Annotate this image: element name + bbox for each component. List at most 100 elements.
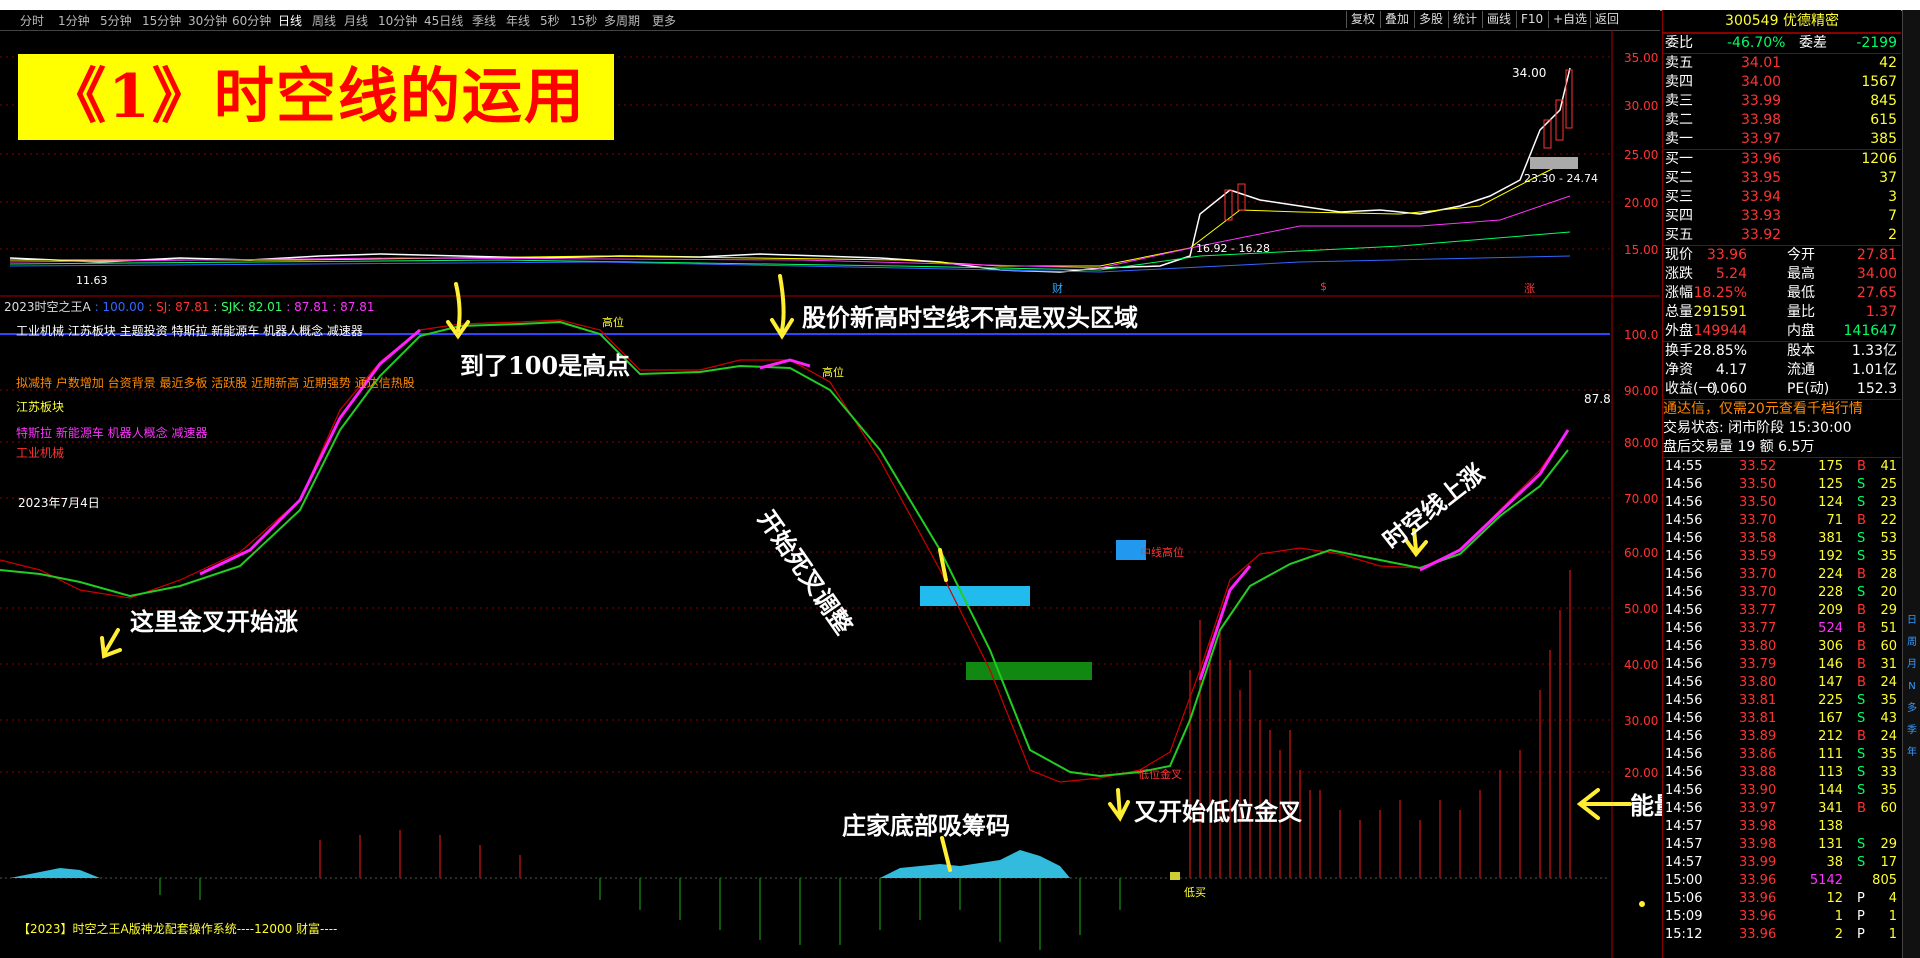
trade-cell: 60 [1880, 801, 1897, 816]
side-period-tab[interactable]: N [1903, 676, 1920, 698]
trade-cell: 53 [1880, 531, 1897, 546]
value: -2199 [1856, 35, 1897, 51]
trade-cell: P [1857, 891, 1865, 906]
period-tab-active[interactable]: 日线 [278, 12, 302, 29]
trade-cell: 14:56 [1665, 495, 1703, 510]
period-tab[interactable]: 年线 [506, 12, 530, 29]
period-tab[interactable]: 季线 [472, 12, 496, 29]
tool-button[interactable]: F10 [1516, 11, 1547, 28]
tag-high: 高位 [602, 316, 624, 329]
tool-button[interactable]: 返回 [1590, 11, 1623, 28]
trade-cell: 131 [1818, 837, 1843, 852]
period-tab[interactable]: 45日线 [424, 12, 463, 29]
trade-cell: 25 [1880, 477, 1897, 492]
period-toolbar: 分时 1分钟 5分钟 15分钟 30分钟 60分钟 日线 周线 月线 10分钟 … [0, 10, 1660, 31]
annotation: 股价新高时空线不高是双头区域 [802, 303, 1138, 332]
stats-row: 净资 4.17 流通 1.01亿 [1665, 362, 1897, 378]
ask-row: 卖四 34.00 1567 [1665, 74, 1897, 90]
period-tab[interactable]: 30分钟 [188, 12, 227, 29]
trade-cell: 28 [1880, 567, 1897, 582]
trade-cell: B [1857, 621, 1866, 636]
trade-row: 14:55 33.52 175 B 41 [1663, 458, 1901, 476]
tool-button[interactable]: 多股 [1414, 11, 1447, 28]
trade-cell: 524 [1818, 621, 1843, 636]
marker-cai: 财 [1052, 282, 1063, 295]
trade-row: 14:56 33.70 71 B 22 [1663, 512, 1901, 530]
trade-row: 15:09 33.96 1 P 1 [1663, 908, 1901, 926]
side-period-tab[interactable]: 多 [1903, 698, 1920, 720]
side-period-tab[interactable]: 周 [1903, 632, 1920, 654]
weibi-row: 委比 -46.70% 委差 -2199 [1663, 33, 1901, 53]
chart-area[interactable]: 35.00 30.00 25.00 20.00 15.00 34.00 23.3… [0, 30, 1726, 958]
trade-cell: 14:56 [1665, 729, 1703, 744]
trade-row: 14:56 33.77 524 B 51 [1663, 620, 1901, 638]
tool-button[interactable]: 画线 [1482, 11, 1515, 28]
trading-window: 分时 1分钟 5分钟 15分钟 30分钟 60分钟 日线 周线 月线 10分钟 … [0, 0, 1920, 958]
trade-cell: 124 [1818, 495, 1843, 510]
indicator-value: : 100.00 [94, 300, 145, 314]
tool-button[interactable]: 叠加 [1380, 11, 1413, 28]
ask-row: 卖五 34.01 42 [1665, 55, 1897, 71]
trade-row: 15:00 33.96 5142 805 [1663, 872, 1901, 890]
tool-button[interactable]: 复权 [1346, 11, 1379, 28]
side-period-tab[interactable]: 月 [1903, 654, 1920, 676]
period-tab[interactable]: 分时 [20, 12, 44, 29]
period-tab[interactable]: 15分钟 [142, 12, 181, 29]
side-period-tab[interactable]: 年 [1903, 742, 1920, 764]
trade-row: 14:56 33.79 146 B 31 [1663, 656, 1901, 674]
chart-svg [0, 30, 1660, 958]
tool-button[interactable]: 统计 [1448, 11, 1481, 28]
tag-high: 高位 [822, 366, 844, 379]
indicator-value: : SJK: 82.01 [213, 300, 283, 314]
trade-cell: 146 [1818, 657, 1843, 672]
period-tab[interactable]: 5分钟 [100, 12, 132, 29]
price-tick: 35.00 [1624, 51, 1659, 65]
side-period-tab[interactable]: 季 [1903, 720, 1920, 742]
stock-name[interactable]: 300549 优德精密 [1663, 10, 1901, 33]
trade-cell: 14:56 [1665, 531, 1703, 546]
trade-cell: 14:56 [1665, 711, 1703, 726]
bid-list: 买一 33.96 1206 买二 33.95 37 买三 33.94 3 买四 33.93 7 … [1663, 149, 1901, 245]
period-tab[interactable]: 1分钟 [58, 12, 90, 29]
price-tick: 20.00 [1624, 196, 1659, 210]
trade-cell: 33.70 [1739, 567, 1777, 582]
trade-cell: 14:56 [1665, 477, 1703, 492]
trade-cell: 225 [1818, 693, 1843, 708]
trade-cell: S [1857, 585, 1866, 600]
trade-cell: 1 [1888, 909, 1897, 924]
trade-cell: 113 [1818, 765, 1843, 780]
trade-cell: 33.59 [1739, 549, 1777, 564]
trade-cell: 111 [1818, 747, 1843, 762]
period-tab[interactable]: 周线 [312, 12, 336, 29]
period-tab[interactable]: 5秒 [540, 12, 560, 29]
period-tab[interactable]: 15秒 [570, 12, 597, 29]
stats-block: 换手 28.85% 股本 1.33亿 净资 4.17 流通 1.01亿 收益(一) 0.060… [1663, 341, 1901, 399]
trade-cell: 12 [1826, 891, 1843, 906]
trade-row: 14:56 33.50 125 S 25 [1663, 476, 1901, 494]
trade-row: 14:56 33.89 212 B 24 [1663, 728, 1901, 746]
period-tab[interactable]: 60分钟 [232, 12, 271, 29]
tool-button[interactable]: +自选 [1548, 11, 1591, 28]
period-tab[interactable]: 月线 [344, 12, 368, 29]
trade-cell: 14:57 [1665, 855, 1703, 870]
trade-cell: 15:06 [1665, 891, 1703, 906]
side-period-tab[interactable]: 日 [1903, 610, 1920, 632]
promo-link[interactable]: 通达信，仅需20元查看千档行情 [1663, 400, 1901, 419]
trade-cell: 33.70 [1739, 585, 1777, 600]
more-tab[interactable]: 更多 [652, 12, 676, 29]
indicator-header: 2023时空之王A : 100.00 : SJ: 87.81 : SJK: 82… [4, 298, 375, 315]
trade-cell: 147 [1818, 675, 1843, 690]
quote-panel: 300549 优德精密 委比 -46.70% 委差 -2199 卖五 34.01 4… [1662, 10, 1901, 958]
trade-cell: 29 [1880, 837, 1897, 852]
period-tab[interactable]: 10分钟 [378, 12, 417, 29]
trade-cell: 14:56 [1665, 603, 1703, 618]
period-tab[interactable]: 多周期 [604, 12, 640, 29]
trade-cell: 14:56 [1665, 765, 1703, 780]
trade-cell: 33.77 [1739, 621, 1777, 636]
trade-row: 15:06 33.96 12 P 4 [1663, 890, 1901, 908]
trade-row: 14:56 33.81 167 S 43 [1663, 710, 1901, 728]
title-banner: 《1》时空线的运用 [18, 54, 614, 140]
trade-cell: 71 [1826, 513, 1843, 528]
trade-cell: 15:12 [1665, 927, 1703, 942]
trade-row: 14:56 33.86 111 S 35 [1663, 746, 1901, 764]
